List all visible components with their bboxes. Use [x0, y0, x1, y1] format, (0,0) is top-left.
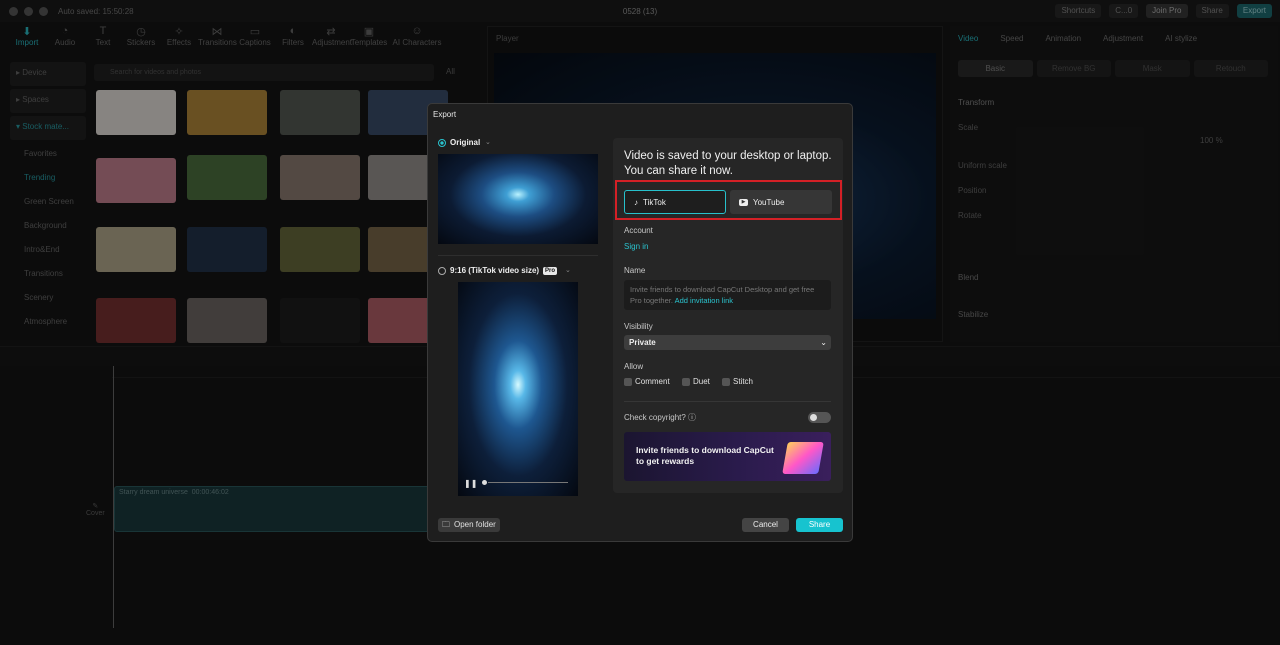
- pause-icon[interactable]: ❚❚: [464, 479, 477, 488]
- duet-checkbox[interactable]: Duet: [682, 377, 710, 386]
- visibility-select[interactable]: Private ⌄: [624, 335, 831, 350]
- comment-checkbox[interactable]: Comment: [624, 377, 670, 386]
- add-invitation-link[interactable]: Add invitation link: [675, 296, 733, 305]
- tiktok-preview: ❚❚: [458, 282, 578, 496]
- tiktok-size-label[interactable]: 9:16 (TikTok video size): [450, 266, 539, 275]
- tiktok-icon: ♪: [634, 197, 638, 207]
- banner-text: Invite friends to download CapCut to get…: [636, 445, 774, 466]
- chevron-down-icon: ⌄: [820, 338, 827, 347]
- chevron-down-icon[interactable]: ⌄: [565, 266, 571, 274]
- allow-label: Allow: [624, 362, 644, 371]
- stitch-checkbox[interactable]: Stitch: [722, 377, 753, 386]
- pro-badge: Pro: [543, 267, 558, 275]
- invite-banner[interactable]: Invite friends to download CapCut to get…: [624, 432, 831, 481]
- divider: [438, 255, 598, 256]
- gift-icon: [782, 442, 824, 474]
- tiktok-size-radio[interactable]: [438, 267, 446, 275]
- copyright-label: Check copyright? ⓘ: [624, 413, 697, 422]
- original-radio[interactable]: [438, 139, 446, 147]
- app-window: Auto saved: 15:50:28 0528 (13) Shortcuts…: [0, 0, 1280, 645]
- name-field[interactable]: Invite friends to download CapCut Deskto…: [624, 280, 831, 310]
- export-dialog: Export Original ⌄ 9:16 (TikTok video siz…: [427, 103, 853, 542]
- chevron-down-icon[interactable]: ⌄: [485, 138, 491, 146]
- account-label: Account: [624, 226, 653, 235]
- preview-progress[interactable]: [488, 482, 568, 483]
- folder-icon: 🗀: [442, 520, 450, 529]
- share-button[interactable]: Share: [796, 518, 843, 532]
- share-headline: Video is saved to your desktop or laptop…: [624, 150, 832, 177]
- open-folder-button[interactable]: 🗀 Open folder: [438, 518, 500, 532]
- name-label: Name: [624, 266, 646, 275]
- cancel-button[interactable]: Cancel: [742, 518, 789, 532]
- youtube-icon: ▶: [739, 198, 748, 206]
- divider: [624, 401, 831, 402]
- original-label[interactable]: Original: [450, 138, 480, 147]
- copyright-toggle[interactable]: [808, 412, 831, 423]
- visibility-label: Visibility: [624, 322, 653, 331]
- info-icon[interactable]: ⓘ: [688, 413, 696, 422]
- sign-in-link[interactable]: Sign in: [624, 242, 648, 251]
- tiktok-button[interactable]: ♪ TikTok: [624, 190, 726, 214]
- original-preview: [438, 154, 598, 244]
- youtube-button[interactable]: ▶ YouTube: [730, 190, 832, 214]
- dialog-title: Export: [433, 110, 457, 119]
- progress-knob[interactable]: [482, 480, 487, 485]
- share-panel: Video is saved to your desktop or laptop…: [613, 138, 843, 493]
